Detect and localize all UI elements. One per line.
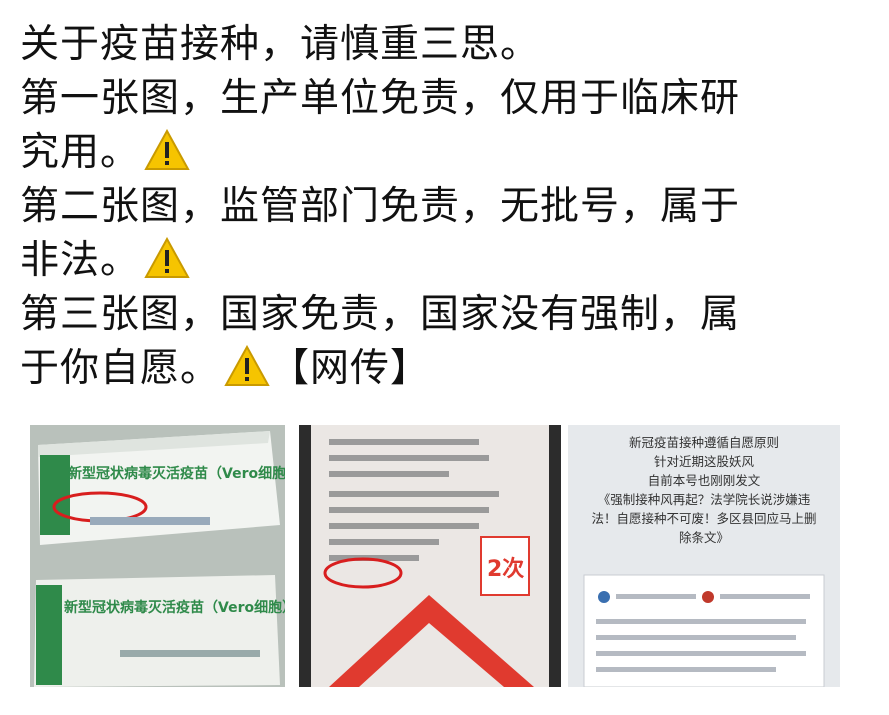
image-thumbnail-vaccine-box[interactable]: 新型冠状病毒灭活疫苗（Vero细胞） 新型冠状病毒灭活疫苗（Vero细胞） — [30, 425, 285, 687]
warning-icon — [224, 345, 270, 386]
post-line-1: 关于疫苗接种，请慎重三思。 — [20, 22, 541, 67]
article-headline-line-1: 新冠疫苗接种遵循自愿原则 — [628, 435, 779, 450]
post-line-3: 究用。 — [20, 126, 870, 180]
post-line-6: 第三张图，国家免责，国家没有强制，属 — [20, 292, 741, 337]
post-line-5: 非法。 — [20, 234, 870, 288]
image-thumbnail-article[interactable]: 新冠疫苗接种遵循自愿原则 针对近期这股妖风 自前本号也刚刚发文 《强制接种风再起… — [568, 425, 840, 687]
article-headline-line-3: 自前本号也刚刚发文 — [647, 473, 761, 488]
warning-icon — [144, 129, 190, 170]
article-headline-line-2: 针对近期这股妖风 — [653, 454, 754, 469]
image-grid: 新型冠状病毒灭活疫苗（Vero细胞） 新型冠状病毒灭活疫苗（Vero细胞） 2次 — [30, 425, 840, 687]
article-headline-line-4: 《强制接种风再起？法学院长说涉嫌违 — [597, 492, 811, 507]
warning-icon — [144, 237, 190, 278]
post-line-7: 于你自愿。 【网传】 — [20, 345, 431, 391]
post-text: 关于疫苗接种，请慎重三思。 第一张图，生产单位免责，仅用于临床研 究用。 第二张… — [20, 18, 870, 396]
article-headline-line-5: 法！自愿接种不可废！多区县回应马上删 — [591, 511, 817, 526]
image-thumbnail-leaflet[interactable]: 2次 — [299, 425, 561, 687]
article-headline-line-6: 除条文》 — [678, 530, 729, 545]
box-title-top: 新型冠状病毒灭活疫苗（Vero细胞） — [68, 466, 285, 482]
article-headline: 新冠疫苗接种遵循自愿原则 针对近期这股妖风 自前本号也刚刚发文 《强制接种风再起… — [568, 433, 840, 547]
post-line-2: 第一张图，生产单位免责，仅用于临床研 — [20, 76, 741, 121]
box-title-bottom: 新型冠状病毒灭活疫苗（Vero细胞） — [64, 600, 285, 616]
dose-badge: 2次 — [487, 557, 525, 582]
post-line-4: 第二张图，监管部门免责，无批号，属于 — [20, 184, 741, 229]
